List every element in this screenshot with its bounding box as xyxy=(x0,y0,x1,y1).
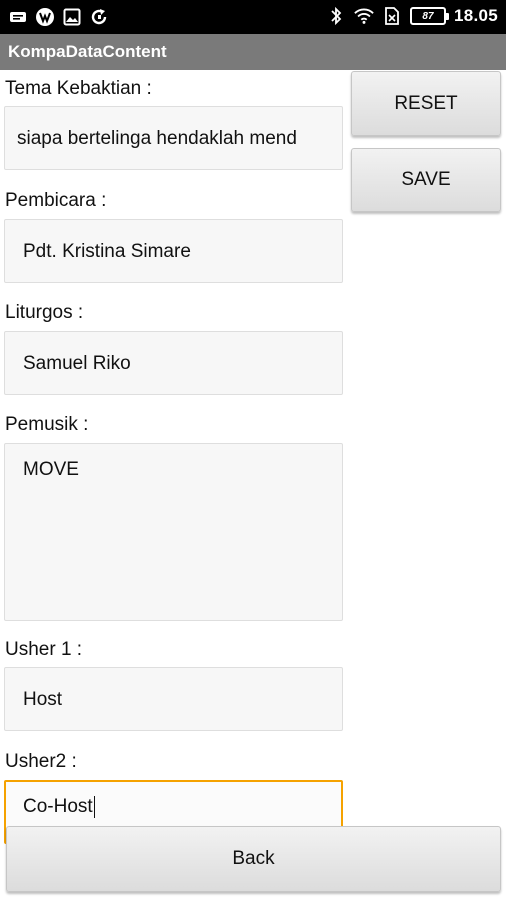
usher2-value: Co-Host xyxy=(23,796,93,817)
image-icon xyxy=(62,7,82,27)
battery-icon: 87 xyxy=(409,7,449,25)
back-button[interactable]: Back xyxy=(6,826,501,892)
pembicara-label: Pembicara : xyxy=(5,190,107,211)
liturgos-input[interactable]: Samuel Riko xyxy=(4,331,343,395)
status-bar-notifications xyxy=(8,7,109,27)
save-button[interactable]: SAVE xyxy=(351,148,501,212)
app-logo-icon xyxy=(35,7,55,27)
pemusik-textarea[interactable]: MOVE xyxy=(4,443,343,621)
usher2-label: Usher2 : xyxy=(5,751,77,772)
status-bar-system: 87 18.05 xyxy=(326,6,498,26)
tema-label: Tema Kebaktian : xyxy=(5,78,152,99)
clock: 18.05 xyxy=(453,6,498,25)
status-bar: 87 18.05 xyxy=(0,0,506,34)
bluetooth-icon xyxy=(326,6,346,26)
reset-button[interactable]: RESET xyxy=(351,71,501,136)
tema-input[interactable]: siapa bertelinga hendaklah mend xyxy=(4,106,343,170)
usher1-input[interactable]: Host xyxy=(4,667,343,731)
no-sim-icon xyxy=(382,6,402,26)
wifi-icon xyxy=(354,6,374,26)
app-title-bar: KompaDataContent xyxy=(0,34,506,70)
liturgos-label: Liturgos : xyxy=(5,302,84,323)
pemusik-label: Pemusik : xyxy=(5,414,89,435)
sync-icon xyxy=(89,7,109,27)
battery-percent: 87 xyxy=(422,10,434,22)
usher1-label: Usher 1 : xyxy=(5,639,83,660)
message-icon xyxy=(8,7,28,27)
app-title: KompaDataContent xyxy=(8,42,167,61)
pembicara-input[interactable]: Pdt. Kristina Simare xyxy=(4,219,343,283)
text-cursor xyxy=(93,795,95,818)
